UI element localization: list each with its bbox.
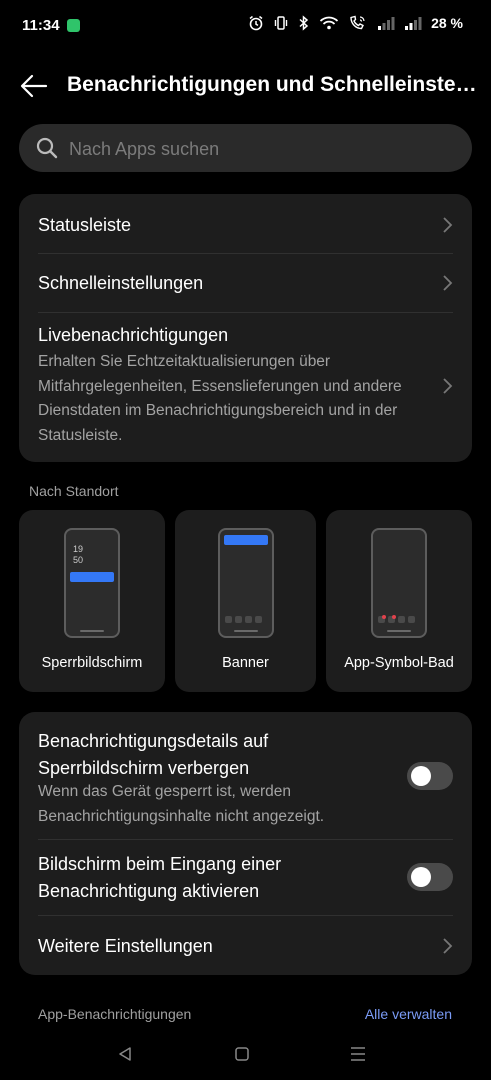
wifi-icon bbox=[319, 16, 339, 30]
app-badge-preview bbox=[371, 528, 427, 638]
notification-preview bbox=[223, 535, 268, 545]
manage-all-link[interactable]: Alle verwalten bbox=[365, 1006, 452, 1022]
setting-wake-screen[interactable]: Bildschirm beim Eingang einer Benachrich… bbox=[19, 840, 472, 915]
style-label: Banner bbox=[222, 655, 269, 671]
status-bar: 11:34 28 % bbox=[0, 0, 491, 54]
home-nav-icon[interactable] bbox=[234, 1046, 250, 1062]
arrow-left-icon bbox=[20, 74, 48, 98]
back-button[interactable] bbox=[18, 70, 50, 102]
banner-preview bbox=[217, 528, 274, 638]
style-option-banner[interactable]: Banner bbox=[175, 510, 316, 692]
alarm-icon bbox=[249, 15, 263, 31]
toggle-knob bbox=[411, 766, 431, 786]
wake-screen-toggle[interactable] bbox=[407, 863, 453, 891]
setting-schnelleinstellungen[interactable]: Schnelleinstellungen bbox=[19, 254, 472, 312]
setting-label: Livebenachrichtigungen bbox=[38, 325, 229, 345]
setting-livebenachrichtigungen[interactable]: Livebenachrichtigungen Erhalten Sie Echt… bbox=[19, 313, 472, 462]
home-bar bbox=[80, 630, 104, 632]
notification-preview bbox=[70, 572, 114, 582]
vibrate-icon bbox=[274, 16, 288, 30]
setting-hide-details[interactable]: Benachrichtigungsdetails auf Sperrbildsc… bbox=[19, 712, 472, 839]
back-nav-icon[interactable] bbox=[117, 1046, 133, 1062]
hide-details-toggle[interactable] bbox=[407, 762, 453, 790]
navigation-bar bbox=[0, 1030, 491, 1080]
page-title: Benachrichtigungen und Schnelleinstellun… bbox=[67, 73, 477, 96]
setting-label: Weitere Einstellungen bbox=[38, 936, 213, 956]
chevron-right-icon bbox=[443, 275, 453, 291]
signal-icon-2 bbox=[405, 17, 422, 30]
section-label-location: Nach Standort bbox=[29, 483, 119, 499]
signal-icon bbox=[378, 17, 395, 30]
privacy-settings-card: Benachrichtigungsdetails auf Sperrbildsc… bbox=[19, 712, 472, 975]
home-bar bbox=[387, 630, 411, 632]
toggle-knob bbox=[411, 867, 431, 887]
setting-label: Statusleiste bbox=[38, 215, 132, 235]
chevron-right-icon bbox=[443, 378, 453, 394]
style-label: Sperrbildschirm bbox=[41, 655, 143, 671]
style-label: App-Symbol-Bad bbox=[344, 655, 454, 671]
status-icons: 28 % bbox=[248, 15, 463, 31]
setting-description: Erhalten Sie Echtzeitaktualisierungen üb… bbox=[38, 353, 402, 444]
section-label-app-notifications: App-Benachrichtigungen bbox=[38, 1006, 192, 1022]
search-icon bbox=[36, 137, 58, 159]
setting-label: Benachrichtigungsdetails auf Sperrbildsc… bbox=[38, 731, 269, 778]
main-settings-card: Statusleiste Schnelleinstellungen Livebe… bbox=[19, 194, 472, 462]
dock-icons bbox=[378, 615, 415, 623]
style-option-app-badge[interactable]: App-Symbol-Bad bbox=[326, 510, 472, 692]
status-time: 11:34 bbox=[22, 17, 60, 34]
search-input[interactable] bbox=[67, 124, 451, 174]
battery-percentage: 28 % bbox=[431, 15, 463, 31]
clock-minute: 50 bbox=[73, 555, 84, 565]
setting-label: Schnelleinstellungen bbox=[38, 273, 204, 293]
bluetooth-icon bbox=[299, 15, 309, 31]
setting-description: Wenn das Gerät gesperrt ist, werden Bena… bbox=[38, 783, 325, 825]
clock-hour: 19 bbox=[73, 544, 84, 554]
setting-label: Bildschirm beim Eingang einer Benachrich… bbox=[38, 854, 282, 901]
chevron-right-icon bbox=[443, 938, 453, 954]
lockscreen-preview: 19 50 bbox=[64, 528, 120, 638]
chevron-right-icon bbox=[443, 217, 453, 233]
recents-nav-icon[interactable] bbox=[349, 1046, 367, 1062]
style-option-lockscreen[interactable]: 19 50 Sperrbildschirm bbox=[19, 510, 165, 692]
dock-icons bbox=[224, 616, 262, 623]
setting-more[interactable]: Weitere Einstellungen bbox=[19, 916, 472, 975]
setting-statusleiste[interactable]: Statusleiste bbox=[19, 194, 472, 253]
home-bar bbox=[233, 630, 258, 632]
search-bar[interactable] bbox=[19, 124, 472, 174]
app-badge-icon bbox=[67, 19, 80, 32]
call-icon bbox=[350, 15, 365, 30]
